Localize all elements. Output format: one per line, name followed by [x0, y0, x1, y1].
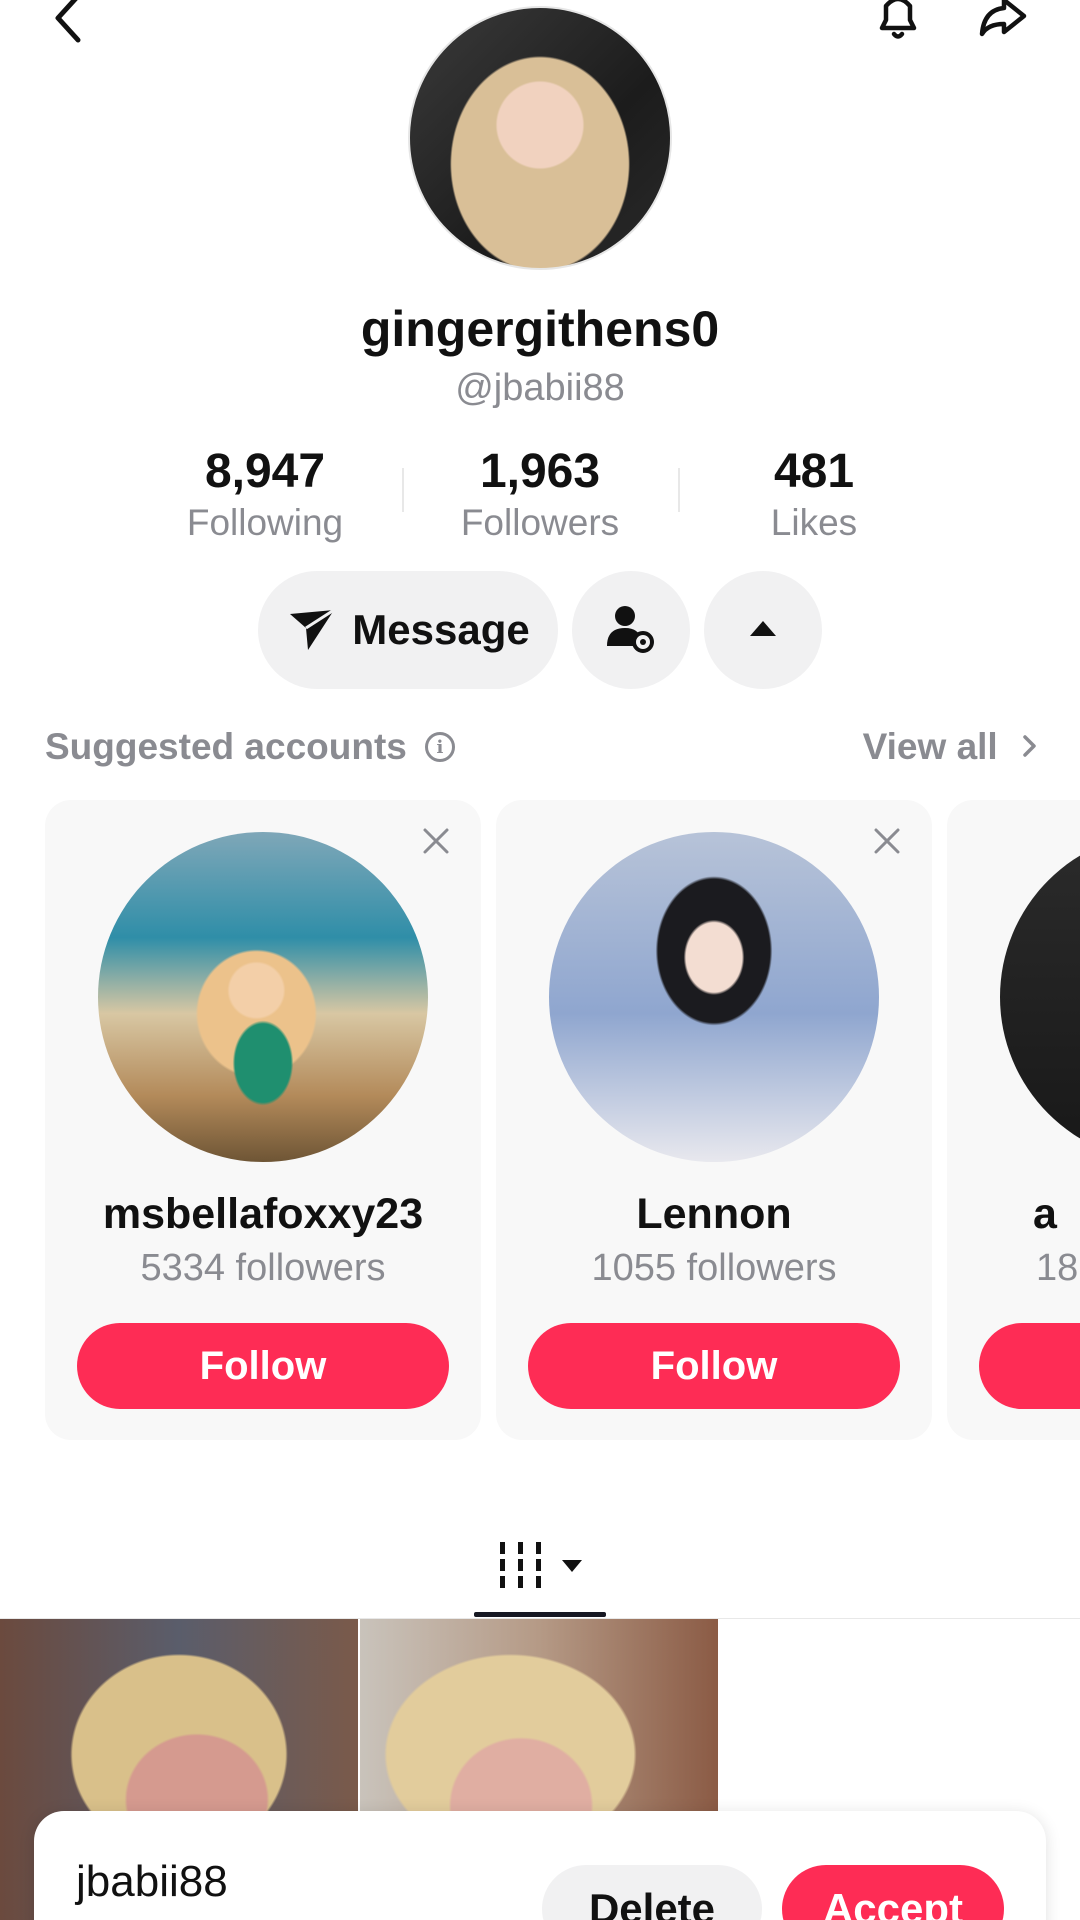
- suggested-avatar[interactable]: [549, 832, 879, 1162]
- suggested-card[interactable]: a 18: [947, 800, 1080, 1440]
- view-all-link[interactable]: View all: [863, 726, 1038, 768]
- stat-followers-label: Followers: [460, 502, 620, 543]
- suggested-avatar[interactable]: [98, 832, 428, 1162]
- profile-avatar[interactable]: [408, 6, 672, 270]
- stat-followers[interactable]: 1,963 Followers: [430, 445, 650, 545]
- profile-handle: @jbabii88: [455, 367, 625, 409]
- message-button-label: Message: [352, 606, 530, 653]
- tab-underline: [474, 1612, 606, 1617]
- delete-request-button[interactable]: Delete: [542, 1865, 762, 1920]
- suggested-card[interactable]: msbellafoxxy23 5334 followers Follow: [45, 800, 481, 1440]
- stat-likes-label: Likes: [770, 502, 858, 543]
- follow-request-banner: jbabii88 Delete Accept: [34, 1811, 1046, 1920]
- bell-icon[interactable]: [868, 0, 928, 44]
- suggested-followers: 5334 followers: [140, 1247, 386, 1289]
- info-icon[interactable]: i: [424, 732, 455, 762]
- videos-tab[interactable]: [498, 1540, 588, 1590]
- follow-button[interactable]: Follow: [528, 1323, 900, 1409]
- back-arrow-icon[interactable]: [40, 0, 100, 48]
- suggested-card[interactable]: Lennon 1055 followers Follow: [496, 800, 932, 1440]
- stat-likes[interactable]: 481 Likes: [704, 445, 924, 545]
- caret-down-icon: [560, 1558, 584, 1579]
- grid-icon: [498, 1542, 554, 1594]
- friend-settings-button[interactable]: [572, 571, 690, 689]
- stat-divider: [678, 468, 680, 512]
- message-button[interactable]: Message: [258, 571, 558, 689]
- follow-button[interactable]: [979, 1323, 1080, 1409]
- suggested-accounts-header: Suggested accounts i: [45, 726, 455, 768]
- share-icon[interactable]: [972, 0, 1032, 44]
- chevron-right-icon: [1022, 726, 1038, 767]
- stat-following-label: Following: [186, 502, 344, 543]
- suggestions-toggle-button[interactable]: [704, 571, 822, 689]
- stat-divider: [402, 468, 404, 512]
- caret-up-icon: [748, 618, 778, 643]
- suggested-name: msbellafoxxy23: [102, 1190, 424, 1238]
- suggested-followers: 1055 followers: [591, 1247, 837, 1289]
- suggested-name: a: [1033, 1190, 1057, 1238]
- stat-likes-count: 481: [773, 445, 855, 498]
- suggested-accounts-title: Suggested accounts: [45, 726, 407, 767]
- accept-request-button[interactable]: Accept: [782, 1865, 1004, 1920]
- request-username: jbabii88: [76, 1857, 228, 1906]
- profile-display-name: gingergithens0: [360, 301, 720, 357]
- friend-settings-icon: [603, 600, 659, 661]
- stat-followers-count: 1,963: [479, 445, 601, 498]
- suggested-avatar[interactable]: [1000, 832, 1080, 1162]
- suggested-name: Lennon: [636, 1190, 792, 1238]
- stat-following[interactable]: 8,947 Following: [155, 445, 375, 545]
- message-send-icon: [286, 602, 338, 659]
- stat-following-count: 8,947: [204, 445, 326, 498]
- close-icon[interactable]: [870, 824, 904, 858]
- close-icon[interactable]: [419, 824, 453, 858]
- view-all-label: View all: [862, 726, 998, 767]
- suggested-followers: 18: [1036, 1247, 1079, 1289]
- follow-button[interactable]: Follow: [77, 1323, 449, 1409]
